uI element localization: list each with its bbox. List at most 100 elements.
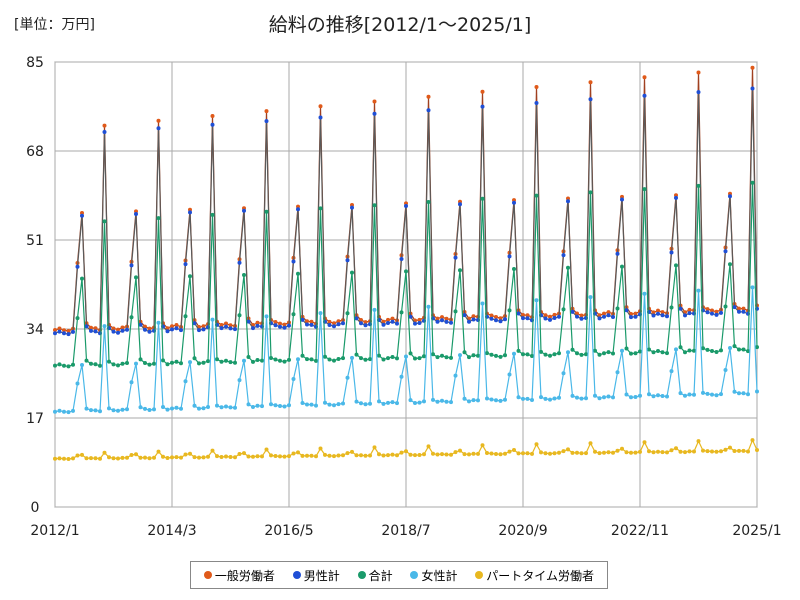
data-point bbox=[606, 350, 611, 355]
data-point bbox=[665, 351, 669, 356]
data-point bbox=[539, 349, 543, 354]
data-point bbox=[534, 442, 539, 447]
data-point bbox=[629, 351, 633, 356]
data-point bbox=[107, 455, 111, 460]
data-point bbox=[143, 455, 147, 460]
data-point bbox=[224, 358, 228, 363]
data-point bbox=[458, 448, 462, 453]
data-point bbox=[737, 448, 741, 453]
data-point bbox=[507, 372, 512, 377]
data-point bbox=[620, 197, 624, 202]
data-point bbox=[480, 104, 485, 109]
data-point bbox=[363, 453, 368, 458]
data-point bbox=[165, 362, 170, 367]
data-point bbox=[476, 398, 480, 403]
data-point bbox=[732, 449, 737, 453]
data-point bbox=[318, 104, 323, 109]
data-point bbox=[444, 319, 449, 324]
data-point bbox=[255, 323, 260, 328]
legend-item-4: パートタイム労働者 bbox=[475, 567, 594, 584]
data-point bbox=[269, 402, 273, 407]
data-point bbox=[417, 356, 422, 361]
data-point bbox=[431, 397, 435, 402]
data-point bbox=[705, 347, 710, 352]
data-point bbox=[237, 260, 242, 265]
data-point bbox=[710, 392, 714, 397]
data-point bbox=[548, 451, 552, 456]
data-point bbox=[282, 359, 287, 364]
data-point bbox=[651, 394, 656, 399]
data-point bbox=[656, 349, 660, 353]
data-point bbox=[633, 314, 638, 319]
data-point bbox=[62, 363, 66, 368]
data-point bbox=[183, 379, 188, 384]
data-point bbox=[503, 317, 507, 322]
data-point bbox=[233, 360, 237, 365]
data-point bbox=[192, 403, 197, 408]
data-point bbox=[368, 357, 372, 362]
data-point bbox=[647, 392, 651, 397]
data-point bbox=[408, 452, 413, 457]
data-point bbox=[152, 407, 156, 412]
data-point bbox=[557, 395, 561, 400]
data-point bbox=[575, 395, 579, 400]
data-point bbox=[363, 357, 368, 362]
data-point bbox=[300, 353, 305, 358]
data-point bbox=[336, 357, 341, 361]
data-point bbox=[579, 316, 584, 321]
data-point bbox=[422, 354, 426, 359]
data-point bbox=[327, 323, 332, 327]
data-point bbox=[359, 356, 363, 361]
data-point bbox=[566, 199, 570, 204]
data-point bbox=[408, 351, 413, 356]
data-point bbox=[615, 370, 620, 375]
data-point bbox=[615, 306, 620, 311]
data-point bbox=[669, 369, 674, 374]
y-tick-label: 68 bbox=[26, 144, 44, 160]
data-point bbox=[156, 126, 161, 131]
data-point bbox=[561, 449, 566, 454]
data-point bbox=[674, 446, 678, 451]
data-point bbox=[147, 362, 152, 367]
data-point bbox=[152, 455, 156, 460]
data-point bbox=[174, 359, 179, 364]
data-point bbox=[84, 456, 89, 461]
data-point bbox=[561, 307, 566, 312]
data-point bbox=[624, 450, 629, 455]
data-point bbox=[80, 363, 84, 367]
data-point bbox=[593, 449, 597, 454]
data-point bbox=[372, 445, 377, 450]
data-point bbox=[453, 255, 458, 260]
data-point bbox=[404, 354, 408, 359]
data-point bbox=[687, 311, 692, 316]
data-point bbox=[507, 308, 512, 313]
data-point bbox=[602, 351, 606, 356]
data-point bbox=[206, 405, 210, 409]
data-point bbox=[183, 262, 188, 267]
data-point bbox=[633, 395, 638, 399]
data-point bbox=[237, 313, 242, 318]
data-point bbox=[624, 308, 629, 313]
data-point bbox=[741, 347, 746, 352]
data-point bbox=[188, 274, 192, 279]
data-point bbox=[390, 355, 395, 359]
data-point bbox=[665, 450, 669, 455]
data-point bbox=[656, 393, 660, 398]
data-point bbox=[579, 396, 584, 401]
data-point bbox=[282, 325, 287, 330]
data-point bbox=[188, 360, 192, 365]
data-point bbox=[642, 291, 647, 296]
data-point bbox=[219, 405, 224, 410]
data-point bbox=[678, 306, 683, 311]
data-point bbox=[120, 407, 125, 412]
data-point bbox=[287, 323, 291, 328]
data-point bbox=[588, 80, 593, 85]
data-point bbox=[701, 448, 705, 453]
data-point bbox=[251, 454, 255, 459]
data-point bbox=[66, 410, 71, 415]
data-point bbox=[494, 318, 498, 323]
data-point bbox=[129, 380, 134, 385]
x-tick-label: 2025/1 bbox=[732, 523, 781, 539]
data-point bbox=[242, 358, 246, 363]
data-point bbox=[345, 451, 350, 456]
